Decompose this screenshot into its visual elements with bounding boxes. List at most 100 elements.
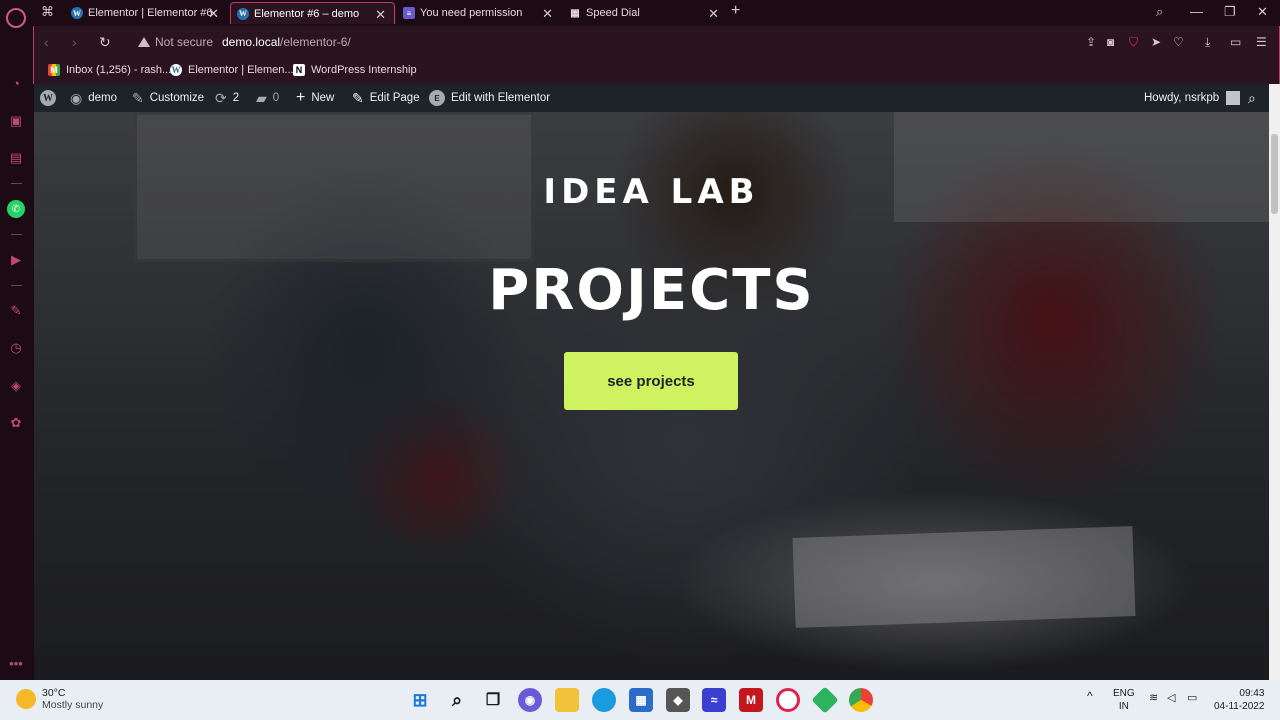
close-window-button[interactable]: ✕: [1257, 4, 1268, 20]
settings-icon[interactable]: ✿: [7, 414, 25, 432]
close-icon[interactable]: ✕: [708, 6, 719, 22]
tray-overflow-icon[interactable]: ^: [1087, 690, 1093, 703]
wp-edit-page[interactable]: ✎ Edit Page: [352, 84, 420, 112]
shield-icon[interactable]: ⛉: [1129, 35, 1138, 50]
edit-icon[interactable]: ✎: [7, 302, 25, 320]
camera-icon[interactable]: ◙: [1107, 35, 1114, 49]
tab-speed-dial[interactable]: ▦ Speed Dial ✕: [563, 2, 727, 24]
wp-new[interactable]: + New: [296, 84, 334, 112]
sun-icon: [16, 689, 36, 709]
windows-taskbar: 30°C Mostly sunny ⊞ ⌕ ❐ ◉ ▦ ◆ ≈ M ^ ENG …: [0, 680, 1280, 720]
app-green-icon[interactable]: [811, 686, 839, 714]
player-icon[interactable]: ▶: [7, 251, 25, 269]
opera-icon[interactable]: [776, 688, 800, 712]
close-icon[interactable]: ✕: [375, 7, 386, 23]
wifi-icon[interactable]: ≋: [1149, 692, 1158, 705]
tab-title: You need permission: [420, 7, 523, 19]
search-icon[interactable]: ⌕: [1248, 84, 1256, 112]
bag-icon[interactable]: ▣: [7, 112, 25, 130]
reload-button[interactable]: ↻: [99, 34, 111, 51]
wp-logo-menu[interactable]: W: [40, 84, 56, 112]
whatsapp-icon[interactable]: ✆: [7, 200, 25, 218]
forms-icon: ≡: [403, 7, 415, 19]
bookmark-elementor[interactable]: W Elementor | Elemen...: [170, 64, 294, 76]
wp-admin-bar: W ◉ demo ✎ Customize ⟳ 2 ▰ 0 + New ✎ Edi…: [34, 84, 1269, 112]
tab-elementor-demo[interactable]: W Elementor #6 – demo ✕: [230, 2, 395, 24]
speed-dial-icon[interactable]: ◔: [7, 74, 25, 92]
language-indicator[interactable]: ENG IN: [1113, 687, 1135, 713]
maximize-button[interactable]: ❐: [1224, 4, 1236, 20]
minimize-button[interactable]: —: [1190, 4, 1203, 19]
wp-comments[interactable]: ▰ 0: [256, 84, 279, 112]
easy-setup-icon[interactable]: ☰: [1256, 35, 1267, 49]
tab-elementor-1[interactable]: W Elementor | Elementor #6 ✕: [65, 2, 227, 24]
cube-icon[interactable]: ◈: [7, 377, 25, 395]
tab-permission[interactable]: ≡ You need permission ✕: [397, 2, 561, 24]
twitch-icon[interactable]: ▤: [7, 149, 25, 167]
speed-dial-icon: ▦: [570, 7, 580, 19]
app-icon[interactable]: ◆: [666, 688, 690, 712]
url-path: /elementor-6/: [280, 35, 351, 49]
wordpress-icon: W: [237, 7, 249, 20]
page-scrollbar[interactable]: [1269, 84, 1280, 680]
battery-icon[interactable]: ▭: [1230, 35, 1241, 49]
see-projects-button[interactable]: see projects: [564, 352, 738, 410]
security-indicator[interactable]: Not secure: [138, 35, 213, 49]
edge-icon[interactable]: [592, 688, 616, 712]
bookmarks-bar: M Inbox (1,256) - rash... W Elementor | …: [33, 58, 1280, 84]
scrollbar-thumb[interactable]: [1271, 134, 1278, 214]
edit-elementor-label: Edit with Elementor: [451, 92, 551, 104]
brush-icon: ✎: [132, 89, 144, 106]
bookmark-internship[interactable]: N WordPress Internship: [293, 64, 417, 76]
wp-edit-elementor[interactable]: E Edit with Elementor: [429, 84, 550, 112]
notion-icon: N: [293, 64, 305, 76]
weather-widget[interactable]: 30°C Mostly sunny: [16, 687, 103, 711]
wp-site-menu[interactable]: ◉ demo: [70, 84, 117, 112]
send-icon[interactable]: ➤: [1151, 35, 1161, 49]
heart-icon[interactable]: ♡: [1173, 35, 1184, 49]
share-icon[interactable]: ⇪: [1086, 35, 1096, 49]
url-field[interactable]: demo.local/elementor-6/: [222, 35, 351, 49]
wp-customize[interactable]: ✎ Customize: [132, 84, 204, 112]
lang-top: ENG: [1113, 688, 1135, 699]
search-tabs-icon[interactable]: ⌕: [1156, 4, 1163, 20]
warning-icon: [138, 37, 150, 47]
opera-logo-icon[interactable]: [6, 8, 26, 28]
more-icon[interactable]: •••: [7, 654, 25, 672]
close-icon[interactable]: ✕: [208, 6, 219, 22]
start-icon[interactable]: ⊞: [408, 688, 432, 712]
bookmark-gmail[interactable]: M Inbox (1,256) - rash...: [48, 64, 171, 76]
search-icon[interactable]: ⌕: [445, 688, 469, 712]
chrome-icon[interactable]: [849, 688, 873, 712]
file-explorer-icon[interactable]: [555, 688, 579, 712]
plus-icon: +: [296, 89, 306, 106]
gamepad-icon[interactable]: ⌘: [41, 4, 54, 20]
wp-updates[interactable]: ⟳ 2: [215, 84, 239, 112]
wordpress-icon: W: [71, 7, 83, 19]
sidebar-divider: [11, 285, 22, 286]
new-tab-button[interactable]: +: [731, 2, 740, 20]
customize-label: Customize: [149, 92, 205, 104]
task-view-icon[interactable]: ❐: [481, 688, 505, 712]
store-icon[interactable]: ▦: [629, 688, 653, 712]
address-bar: ‹ › ↻ Not secure demo.local/elementor-6/…: [33, 26, 1280, 58]
lang-bottom: IN: [1118, 701, 1129, 712]
battery-icon[interactable]: ▭: [1187, 692, 1197, 705]
close-icon[interactable]: ✕: [542, 6, 553, 22]
mcafee-icon[interactable]: M: [739, 688, 763, 712]
back-button[interactable]: ‹: [44, 34, 49, 50]
tab-title: Speed Dial: [586, 7, 640, 19]
wp-account[interactable]: Howdy, nsrkpb: [1144, 84, 1241, 112]
vs-code-icon[interactable]: ≈: [702, 688, 726, 712]
site-name: demo: [88, 92, 117, 104]
download-icon[interactable]: ⤓: [1205, 35, 1210, 50]
volume-icon[interactable]: ◁: [1167, 692, 1175, 705]
time: 09:43: [1239, 688, 1265, 699]
teams-chat-icon[interactable]: ◉: [518, 688, 542, 712]
hero-content: IDEA LAB PROJECTS see projects: [34, 112, 1269, 680]
clock[interactable]: 09:43 04-11-2022: [1214, 687, 1264, 713]
hero-section: IDEA LAB PROJECTS see projects: [34, 112, 1269, 680]
hero-title: PROJECTS: [488, 258, 815, 323]
forward-button[interactable]: ›: [72, 34, 77, 50]
history-icon[interactable]: ◷: [7, 339, 25, 357]
